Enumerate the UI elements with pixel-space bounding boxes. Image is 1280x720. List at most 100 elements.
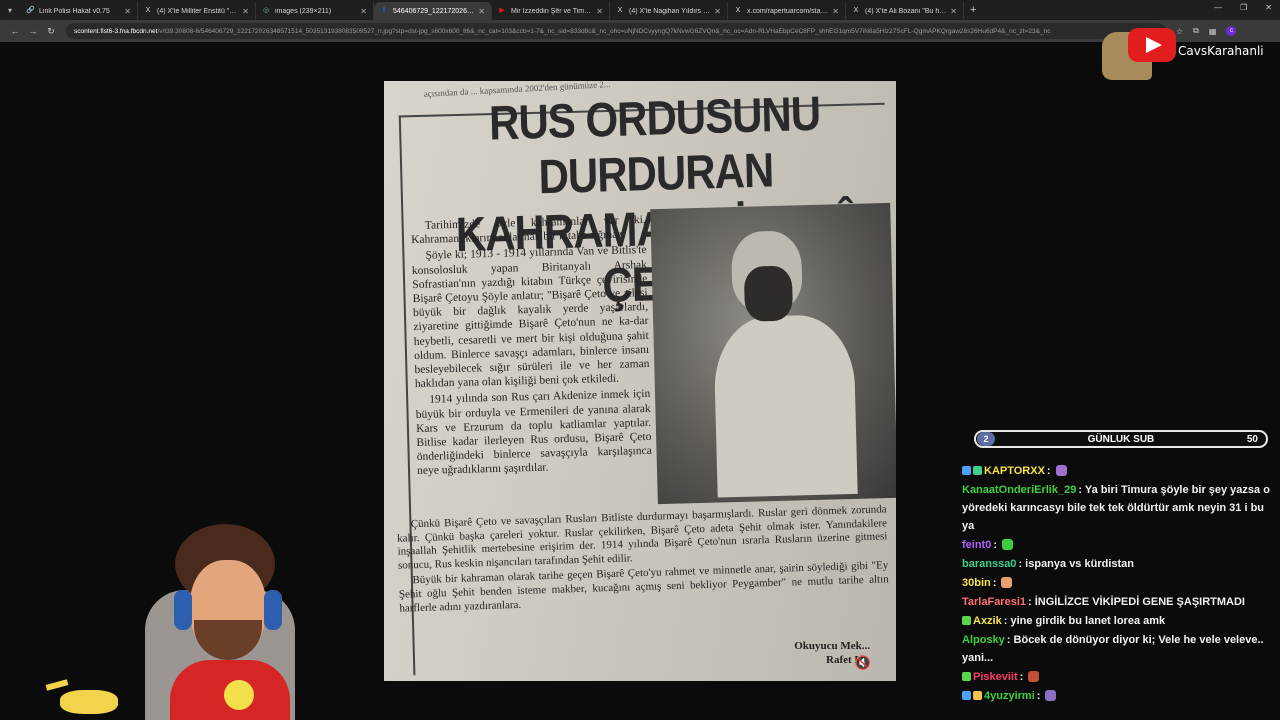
chat-separator: : [1036, 690, 1044, 702]
chat-message: KAPTORXX: [962, 462, 1272, 480]
url-field[interactable]: scontent.fist6-3.fna.fbcdn.net/v/t39.308… [66, 23, 1166, 39]
chat-username[interactable]: Piskeviit [973, 671, 1018, 683]
window-controls: — ❐ ✕ [1214, 3, 1272, 12]
streamer-avatar [140, 520, 305, 720]
article-wide-column: Çünkü Bişarê Çeto ve savaşçıları Rusları… [397, 503, 890, 617]
tab-3[interactable]: f 546406729_12217202634857151... ✕ [374, 2, 492, 20]
article-column: Tarihimizde öyle kahramanlar var ki, Kah… [411, 213, 653, 481]
close-tab-icon[interactable]: ✕ [242, 7, 249, 16]
tab-title: 546406729_12217202634857151... [393, 7, 474, 15]
chat-separator: : [993, 539, 1001, 551]
tab-1[interactable]: X (4) X'te Milliter Enstitü "Yusuf T... ✕ [138, 2, 256, 20]
chat-message: baranssa0: ispanya vs kürdistan [962, 555, 1272, 573]
back-icon[interactable]: ← [6, 26, 24, 36]
tab-groups-icon[interactable]: ▦ [1209, 27, 1217, 36]
forward-icon[interactable]: → [24, 26, 42, 36]
close-tab-icon[interactable]: ✕ [950, 7, 957, 16]
chat-separator: : [1019, 671, 1027, 683]
toolbar-icons: ☆ ⧉ ▦ c [1176, 26, 1237, 36]
chat-text: ispanya vs kürdistan [1025, 558, 1134, 570]
chat-badge-icon [973, 466, 982, 475]
tab-7[interactable]: X (4) X'te Ali Bozanı "Bu hadsizlik...✕ [846, 2, 964, 20]
x-icon: X [617, 7, 623, 14]
close-window-icon[interactable]: ✕ [1265, 3, 1272, 12]
chat-separator: : [1028, 596, 1035, 608]
x-icon: X [145, 7, 151, 14]
close-tab-icon[interactable]: ✕ [478, 7, 485, 16]
tab-4[interactable]: ▶ Mir İzzeddin Şêr ve Timur Lenç ✕ [492, 2, 610, 20]
minimize-icon[interactable]: — [1214, 3, 1222, 12]
article-paragraph: Şöyle ki; 1913 - 1914 yıllarında Van ve … [411, 244, 650, 391]
headset-icon [174, 590, 192, 630]
chat-username[interactable]: Axzik [973, 615, 1002, 627]
robe [713, 313, 858, 498]
channel-logo [1100, 22, 1180, 82]
mascot-ear [45, 679, 69, 691]
article-paragraph: 1914 yılında son Rus çarı Akdenize inmek… [415, 388, 652, 478]
tab-search-icon[interactable]: ▾ [0, 0, 20, 20]
extensions-icon[interactable]: ⧉ [1193, 26, 1199, 36]
chat-username[interactable]: baranssa0 [962, 558, 1016, 570]
globe-icon: ◎ [262, 7, 270, 14]
chat-username[interactable]: KAPTORXX [984, 465, 1045, 477]
sub-goal-bar: 2 GÜNLUK SUB 50 [974, 430, 1268, 448]
mascot-body [60, 690, 118, 714]
youtube-play-icon [1128, 28, 1176, 62]
tab-0[interactable]: 🔗 Link Polisi Hakat v0.75 ✕ [20, 2, 138, 20]
chat-username[interactable]: KanaatOnderiErlik_29 [962, 484, 1076, 496]
chat-emote-icon [1028, 671, 1040, 682]
maximize-icon[interactable]: ❐ [1240, 3, 1247, 12]
close-tab-icon[interactable]: ✕ [832, 7, 839, 16]
headline-line-1: RUS ORDUSUNU DURDURAN [488, 86, 821, 204]
chat-separator: : [992, 577, 1000, 589]
chat-message: 30bin: [962, 574, 1272, 592]
chat-emote-icon [1002, 539, 1014, 550]
portrait-photo [650, 202, 896, 505]
mute-icon[interactable]: 🔇 [852, 653, 874, 673]
profile-avatar[interactable]: c [1226, 26, 1237, 36]
close-tab-icon[interactable]: ✕ [124, 7, 131, 16]
youtube-icon: ▶ [499, 7, 505, 14]
chat-message: feint0: [962, 536, 1272, 554]
chat-emote-icon [1055, 465, 1067, 476]
tab-title: images (239×211) [275, 7, 332, 15]
chat-message: Piskeviit: [962, 668, 1272, 686]
chat-username[interactable]: TarlaFaresi1 [962, 596, 1026, 608]
tab-5[interactable]: X (4) X'te Nagihan Yıldırs "MHP'n... ✕ [610, 2, 728, 20]
reload-icon[interactable]: ↻ [42, 26, 60, 37]
sub-goal-label: GÜNLUK SUB [1087, 433, 1155, 445]
chat-username[interactable]: 30bin [962, 577, 991, 589]
tab-6[interactable]: Xx.com/rapertuarcom/status/19... ✕ [728, 2, 846, 20]
url-host: scontent.fist6-3.fna.fbcdn.net [74, 27, 158, 35]
address-bar: ← → ↻ scontent.fist6-3.fna.fbcdn.net/v/t… [0, 20, 1280, 42]
article-paragraph: Tarihimizde öyle kahramanlar var ki, Kah… [411, 213, 646, 247]
chat-message: Alposky: Böcek de dönüyor diyor ki; Vele… [962, 631, 1272, 667]
image-viewer: açısından da ... kapsamında 2002'den gün… [384, 81, 896, 681]
tab-title: Mir İzzeddin Şêr ve Timur Lenç [511, 7, 592, 15]
chat-badge-icon [962, 672, 971, 681]
chat-message: Axzik: yine girdik bu lanet lorea amk [962, 612, 1272, 630]
chat-badge-icon [973, 691, 982, 700]
chat-badge-icon [962, 616, 971, 625]
pikachu-mascot [44, 678, 120, 718]
close-tab-icon[interactable]: ✕ [360, 7, 367, 16]
tab-list: 🔗 Link Polisi Hakat v0.75 ✕ X (4) X'te Milli… [20, 0, 964, 20]
tab-title: x.com/rapertuarcom/status/19... [747, 7, 828, 15]
close-tab-icon[interactable]: ✕ [714, 7, 721, 16]
chat-emote-icon [1045, 690, 1057, 701]
tab-strip: ▾ 🔗 Link Polisi Hakat v0.75 ✕ X (4) X'te Mil… [0, 0, 1280, 20]
chat-message: 4yuzyirmi: [962, 687, 1272, 705]
url-path: /v/t39.30808-6/546406729_122172026348571… [157, 27, 1051, 35]
chat-message: TarlaFaresi1: İNGİLİZCE VİKİPEDİ GENE ŞA… [962, 593, 1272, 611]
chat-username[interactable]: Alposky [962, 634, 1005, 646]
chat-text: yine girdik bu lanet lorea amk [1010, 615, 1166, 627]
tab-title: (4) X'te Milliter Enstitü "Yusuf T... [157, 7, 238, 15]
close-tab-icon[interactable]: ✕ [596, 7, 603, 16]
chat-username[interactable]: feint0 [962, 539, 991, 551]
chat-username[interactable]: 4yuzyirmi [984, 690, 1035, 702]
tab-2[interactable]: ◎ images (239×211) ✕ [256, 2, 374, 20]
face [743, 265, 794, 322]
headset-icon [264, 590, 282, 630]
tab-title: (4) X'te Ali Bozanı "Bu hadsizlik... [865, 7, 947, 15]
new-tab-button[interactable]: + [970, 4, 976, 16]
